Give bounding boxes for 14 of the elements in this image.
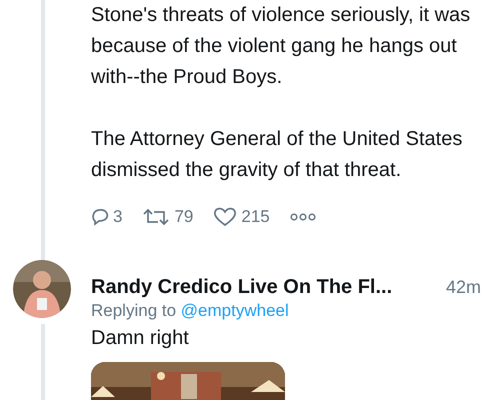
reply-icon bbox=[91, 208, 109, 226]
tweet-text: Stone's threats of violence seriously, it was because of the violent gang he hangs out with--the Proud Boys. bbox=[91, 3, 472, 90]
tweet-text: The Attorney General of the United States dismissed the gravity of that threat. bbox=[91, 127, 464, 183]
more-icon[interactable] bbox=[290, 213, 316, 221]
author-name[interactable]: Randy Credico Live On The Fl... bbox=[91, 276, 392, 299]
reply-button[interactable]: 3 bbox=[91, 207, 122, 227]
retweet-icon bbox=[142, 208, 170, 226]
handle-link[interactable]: @emptywheel bbox=[180, 301, 289, 320]
like-button[interactable]: 215 bbox=[213, 207, 270, 227]
reply-text: Damn right bbox=[91, 327, 190, 350]
heart-icon bbox=[213, 207, 238, 227]
retweet-button[interactable]: 79 bbox=[142, 207, 194, 227]
replying-to-text: Replying to @emptywheel bbox=[91, 301, 290, 321]
timestamp[interactable]: 42m bbox=[446, 277, 481, 298]
